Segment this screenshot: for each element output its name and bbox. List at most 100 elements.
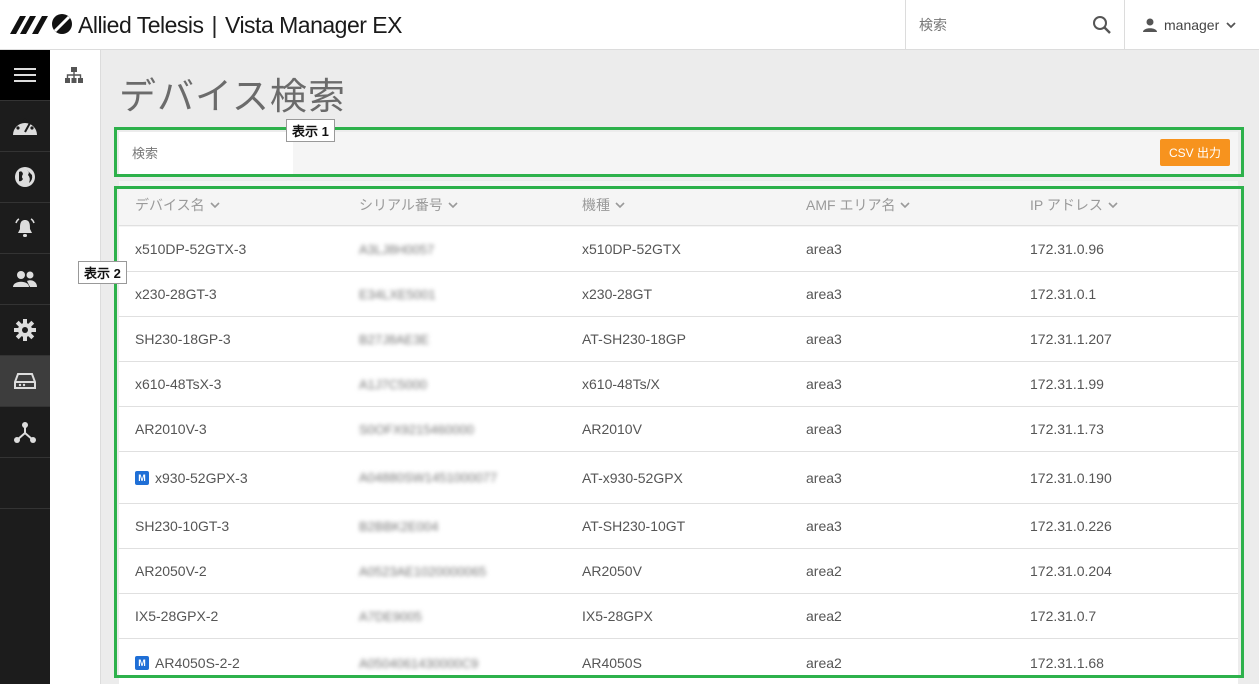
sidebar-item-users[interactable] bbox=[0, 254, 50, 305]
cell-device-name: M AR4050S-2-2 bbox=[135, 639, 240, 684]
cell-amf-area-text: area3 bbox=[806, 286, 842, 302]
table-row[interactable]: SH230-10GT-3 B2BBK2E004 AT-SH230-10GT area3… bbox=[119, 504, 1238, 549]
cell-model-text: AR2010V bbox=[582, 421, 642, 437]
cell-device-name-text: AR4050S-2-2 bbox=[155, 655, 240, 671]
cell-amf-area: area2 bbox=[806, 594, 842, 638]
table-row[interactable]: Mx930-52GPX-3 A04880SW1451000077 AT-x930-5… bbox=[119, 452, 1238, 504]
cell-serial-text: E34LXE5001 bbox=[359, 286, 436, 302]
table-row[interactable]: IX5-28GPX-2 A7DE9005 IX5-28GPX area2 172.31.… bbox=[119, 594, 1238, 639]
cell-model: x610-48Ts/X bbox=[582, 362, 660, 406]
cell-amf-area: area2 bbox=[806, 549, 842, 593]
secondary-sidebar bbox=[50, 50, 101, 684]
cell-model: AR2050V bbox=[582, 549, 642, 593]
header-search bbox=[905, 0, 1125, 50]
cell-amf-area: area3 bbox=[806, 317, 842, 361]
cell-device-name: SH230-10GT-3 bbox=[135, 504, 229, 548]
column-header-label: IP アドレス bbox=[1030, 197, 1103, 213]
cell-model-text: IX5-28GPX bbox=[582, 608, 653, 624]
cell-model-text: x510DP-52GTX bbox=[582, 241, 681, 257]
cell-amf-area-text: area3 bbox=[806, 331, 842, 347]
cell-ip-address-text: 172.31.0.190 bbox=[1030, 469, 1112, 486]
cell-amf-area-text: area2 bbox=[806, 608, 842, 624]
search-icon[interactable] bbox=[1092, 15, 1112, 35]
device-table: デバイス名 シリアル番号 機種 AMF エリア名 IP アドレス x510DP-… bbox=[119, 181, 1238, 684]
cell-model: AT-SH230-18GP bbox=[582, 317, 686, 361]
cell-device-name: IX5-28GPX-2 bbox=[135, 594, 218, 638]
app-header: Allied Telesis | Vista Manager EX manager bbox=[0, 0, 1259, 50]
cell-amf-area: area3 bbox=[806, 272, 842, 316]
chevron-down-icon bbox=[210, 202, 220, 209]
column-header-device-name[interactable]: デバイス名 bbox=[135, 195, 220, 215]
column-header-ip[interactable]: IP アドレス bbox=[1030, 195, 1118, 215]
sidebar-item-alarms[interactable] bbox=[0, 203, 50, 254]
cell-serial-text: A1J7C5000 bbox=[359, 376, 427, 392]
cell-device-name-text: x230-28GT-3 bbox=[135, 286, 217, 302]
sidebar-item-topology[interactable] bbox=[0, 407, 50, 458]
cell-serial: A0504061430000C9 bbox=[359, 639, 478, 684]
table-row[interactable]: x230-28GT-3 E34LXE5001 x230-28GT area3 172.3… bbox=[119, 272, 1238, 317]
cell-amf-area: area3 bbox=[806, 407, 842, 451]
users-icon bbox=[13, 271, 37, 287]
cell-device-name: SH230-18GP-3 bbox=[135, 317, 231, 361]
cell-ip-address-text: 172.31.0.7 bbox=[1030, 608, 1097, 624]
table-row[interactable]: SH230-18GP-3 B27J8AE3E AT-SH230-18GP area3 1… bbox=[119, 317, 1238, 362]
cell-model-text: AT-x930-52GPX bbox=[582, 469, 683, 486]
page-title: デバイス検索 bbox=[119, 76, 346, 117]
cell-serial-text: A3LJ8H0057 bbox=[359, 241, 435, 257]
sidebar-item-settings[interactable] bbox=[0, 305, 50, 356]
cell-serial: E34LXE5001 bbox=[359, 272, 436, 316]
column-header-label: AMF エリア名 bbox=[806, 197, 896, 213]
column-header-amf-area[interactable]: AMF エリア名 bbox=[806, 195, 911, 215]
cell-amf-area-text: area2 bbox=[806, 655, 842, 671]
cell-model: IX5-28GPX bbox=[582, 594, 653, 638]
sidebar-item-dashboard[interactable] bbox=[0, 101, 50, 152]
cell-device-name-text: SH230-18GP-3 bbox=[135, 331, 231, 347]
column-header-serial[interactable]: シリアル番号 bbox=[359, 195, 458, 215]
cell-serial-text: B2BBK2E004 bbox=[359, 518, 439, 534]
user-menu[interactable]: manager bbox=[1142, 0, 1237, 50]
cell-model-text: x230-28GT bbox=[582, 286, 653, 302]
annotation-label-1: 表示 1 bbox=[286, 119, 335, 142]
cell-ip-address-text: 172.31.0.204 bbox=[1030, 563, 1112, 579]
sidebar-item-map[interactable] bbox=[0, 152, 50, 203]
amf-master-icon: M bbox=[135, 656, 149, 670]
cell-ip-address-text: 172.31.0.96 bbox=[1030, 241, 1104, 257]
column-header-label: シリアル番号 bbox=[359, 197, 443, 213]
table-row[interactable]: AR2050V-2 A0523AE1020000065 AR2050V area2 17… bbox=[119, 549, 1238, 594]
menu-icon bbox=[14, 68, 36, 82]
column-header-model[interactable]: 機種 bbox=[582, 195, 625, 215]
cell-model-text: x610-48Ts/X bbox=[582, 376, 660, 392]
cell-amf-area-text: area3 bbox=[806, 241, 842, 257]
csv-export-button[interactable]: CSV 出力 bbox=[1160, 139, 1230, 166]
cell-amf-area-text: area2 bbox=[806, 563, 842, 579]
cell-amf-area: area2 bbox=[806, 639, 842, 684]
cell-device-name-text: AR2050V-2 bbox=[135, 563, 207, 579]
table-row[interactable]: x510DP-52GTX-3 A3LJ8H0057 x510DP-52GTX area… bbox=[119, 227, 1238, 272]
table-row[interactable]: x610-48TsX-3 A1J7C5000 x610-48Ts/X area3 172… bbox=[119, 362, 1238, 407]
amf-master-icon: M bbox=[135, 470, 149, 485]
chevron-down-icon bbox=[1226, 22, 1236, 29]
hierarchy-icon[interactable] bbox=[65, 67, 83, 83]
cell-device-name-text: x930-52GPX-3 bbox=[155, 469, 248, 486]
table-header: デバイス名 シリアル番号 機種 AMF エリア名 IP アドレス bbox=[119, 181, 1238, 226]
header-search-input[interactable] bbox=[906, 0, 1086, 50]
cell-ip-address: 172.31.1.99 bbox=[1030, 362, 1104, 406]
cell-serial-text: A04880SW1451000077 bbox=[359, 470, 498, 485]
sidebar-item-devices[interactable] bbox=[0, 356, 50, 407]
cell-ip-address: 172.31.1.73 bbox=[1030, 407, 1104, 451]
cell-serial-text: B27J8AE3E bbox=[359, 331, 430, 347]
globe-icon bbox=[15, 167, 35, 187]
table-row[interactable]: M AR4050S-2-2 A0504061430000C9 AR4050S area2… bbox=[119, 639, 1238, 684]
cell-ip-address: 172.31.0.190 bbox=[1030, 452, 1112, 503]
cell-model-text: AR2050V bbox=[582, 563, 642, 579]
cell-ip-address: 172.31.0.1 bbox=[1030, 272, 1096, 316]
cell-device-name: AR2050V-2 bbox=[135, 549, 207, 593]
cell-ip-address: 172.31.1.207 bbox=[1030, 317, 1112, 361]
cell-serial: A1J7C5000 bbox=[359, 362, 427, 406]
cell-model: AR4050S bbox=[582, 639, 642, 684]
annotation-label-2: 表示 2 bbox=[78, 261, 127, 284]
table-row[interactable]: AR2010V-3 S0OFX9215460000 AR2010V area3 172.… bbox=[119, 407, 1238, 452]
cell-device-name: AR2010V-3 bbox=[135, 407, 207, 451]
sidebar-menu-toggle[interactable] bbox=[0, 50, 50, 101]
device-search-input[interactable] bbox=[119, 132, 293, 174]
